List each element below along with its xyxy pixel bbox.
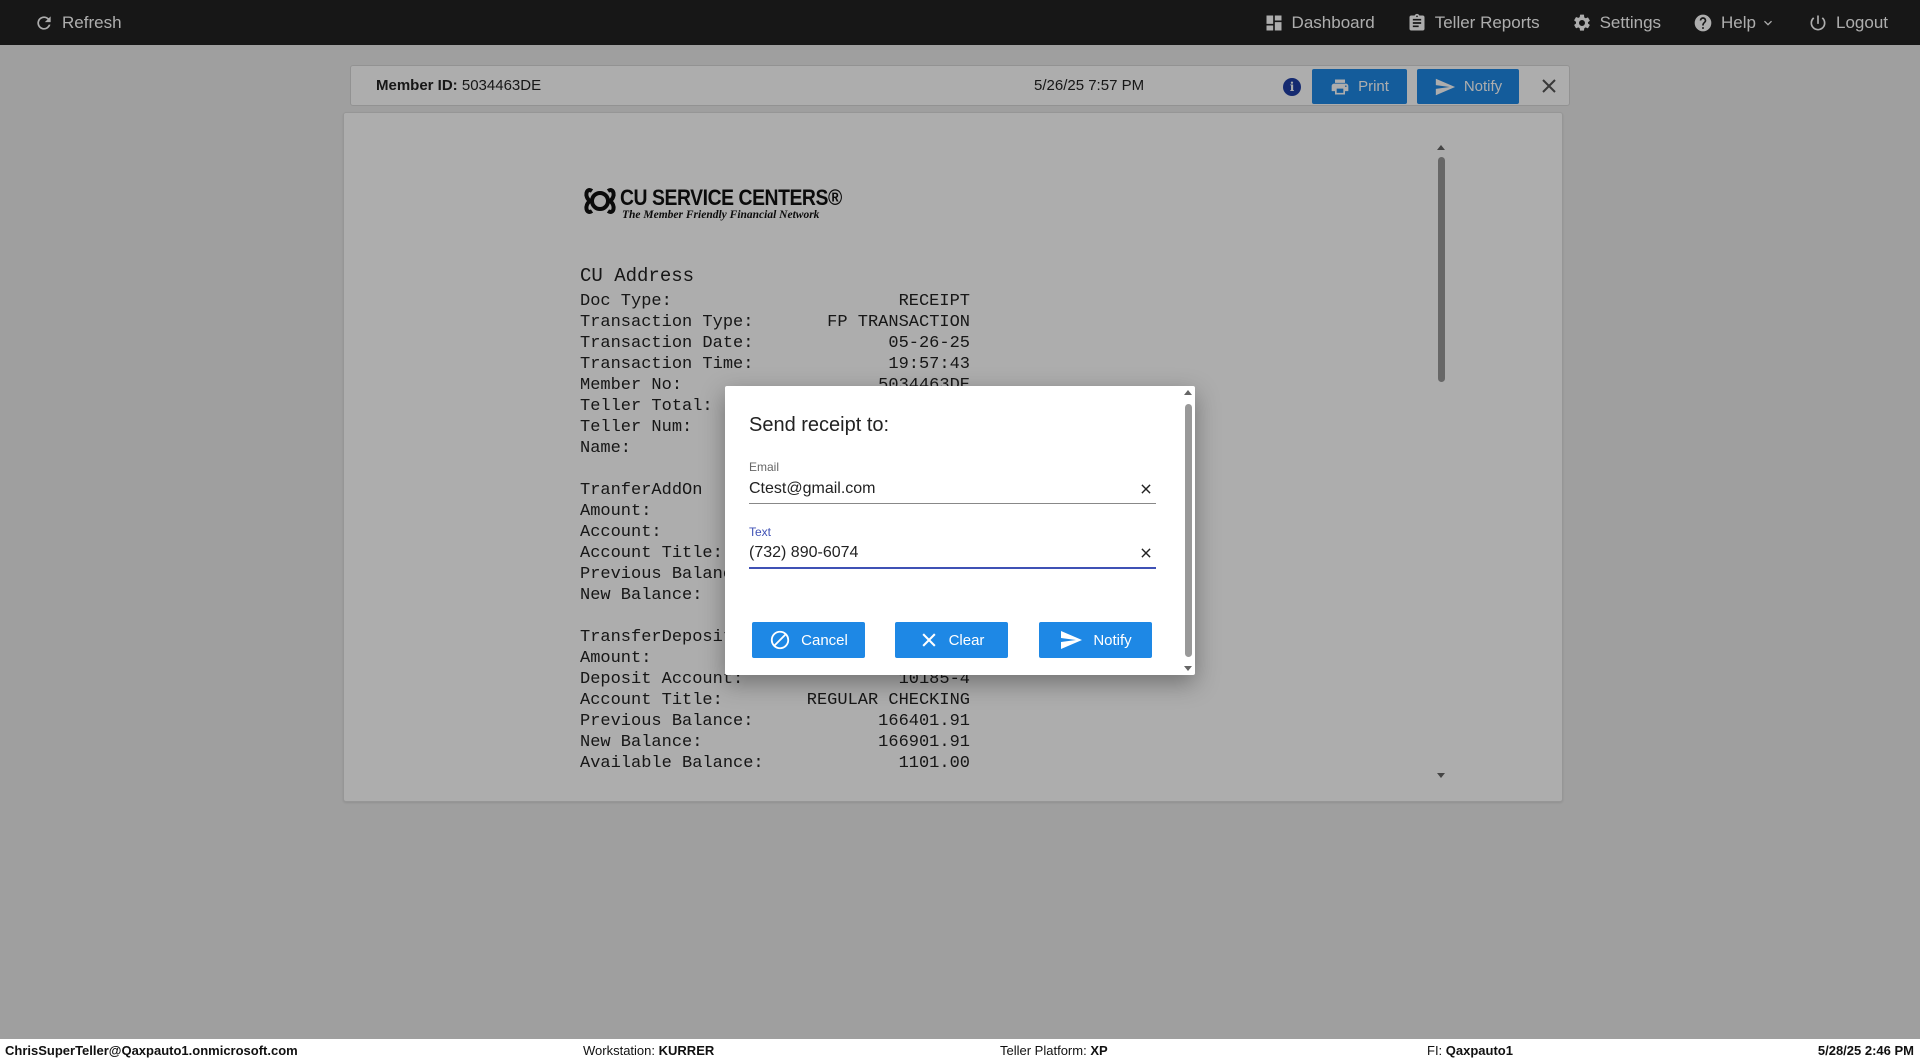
nav-teller-reports[interactable]: Teller Reports: [1407, 13, 1540, 33]
footer-datetime: 5/28/25 2:46 PM: [1817, 1043, 1914, 1058]
footer-platform: Teller Platform: XP: [1000, 1043, 1108, 1058]
text-field: Text: [749, 525, 1156, 569]
email-label: Email: [749, 460, 780, 474]
email-field: Email: [749, 460, 1156, 504]
email-input[interactable]: [749, 479, 1136, 498]
nav-help[interactable]: Help: [1693, 13, 1776, 33]
fi-label: FI:: [1427, 1043, 1443, 1058]
platform-label: Teller Platform:: [1000, 1043, 1087, 1058]
power-icon: [1810, 15, 1826, 30]
refresh-icon: [37, 15, 51, 30]
platform-value: XP: [1090, 1043, 1108, 1058]
footer-workstation: Workstation: KURRER: [583, 1043, 714, 1058]
clear-label: Clear: [948, 631, 985, 649]
refresh-label: Refresh: [62, 12, 122, 32]
scroll-up-icon[interactable]: [1184, 390, 1192, 395]
help-label: Help: [1721, 12, 1756, 32]
close-icon: [921, 633, 936, 647]
gear-icon: [1573, 14, 1590, 31]
email-clear-icon[interactable]: [1136, 479, 1156, 499]
logout-label: Logout: [1836, 12, 1888, 32]
dashboard-icon: [1266, 15, 1282, 30]
cancel-label: Cancel: [801, 631, 848, 649]
fi-value: Qaxpauto1: [1445, 1043, 1513, 1058]
send-icon: [1061, 631, 1083, 649]
dialog-notify-button[interactable]: Notify: [1039, 622, 1152, 658]
refresh-button[interactable]: Refresh: [34, 13, 122, 33]
scroll-down-icon[interactable]: [1184, 666, 1192, 671]
help-icon: [1694, 14, 1712, 31]
cancel-button[interactable]: Cancel: [752, 622, 865, 658]
status-bar: ChrisSuperTeller@Qaxpauto1.onmicrosoft.c…: [0, 1039, 1920, 1061]
nav-dashboard[interactable]: Dashboard: [1264, 13, 1375, 33]
workstation-value: KURRER: [658, 1043, 715, 1058]
send-receipt-dialog: Send receipt to: Email Text Cancel Clear…: [725, 386, 1195, 675]
dialog-scrollbar[interactable]: [1183, 388, 1193, 673]
nav-settings[interactable]: Settings: [1572, 13, 1661, 33]
footer-user: ChrisSuperTeller@Qaxpauto1.onmicrosoft.c…: [5, 1043, 298, 1058]
settings-label: Settings: [1599, 12, 1662, 32]
text-phone-input[interactable]: [749, 544, 1136, 562]
text-clear-icon[interactable]: [1136, 543, 1156, 563]
block-icon: [770, 630, 790, 650]
dashboard-label: Dashboard: [1291, 12, 1375, 32]
dialog-notify-label: Notify: [1093, 631, 1132, 649]
text-label: Text: [749, 525, 772, 539]
footer-fi: FI: Qaxpauto1: [1427, 1043, 1513, 1058]
top-nav-bar: Refresh Dashboard Teller Reports Setting…: [0, 0, 1920, 45]
clipboard-icon: [1409, 13, 1425, 31]
dialog-title: Send receipt to:: [749, 414, 890, 436]
nav-logout[interactable]: Logout: [1808, 13, 1888, 33]
clear-button[interactable]: Clear: [895, 622, 1008, 658]
teller-reports-label: Teller Reports: [1434, 12, 1540, 32]
chevron-down-icon: [1764, 20, 1772, 26]
workstation-label: Workstation:: [583, 1043, 656, 1058]
dialog-scroll-thumb[interactable]: [1185, 404, 1192, 657]
